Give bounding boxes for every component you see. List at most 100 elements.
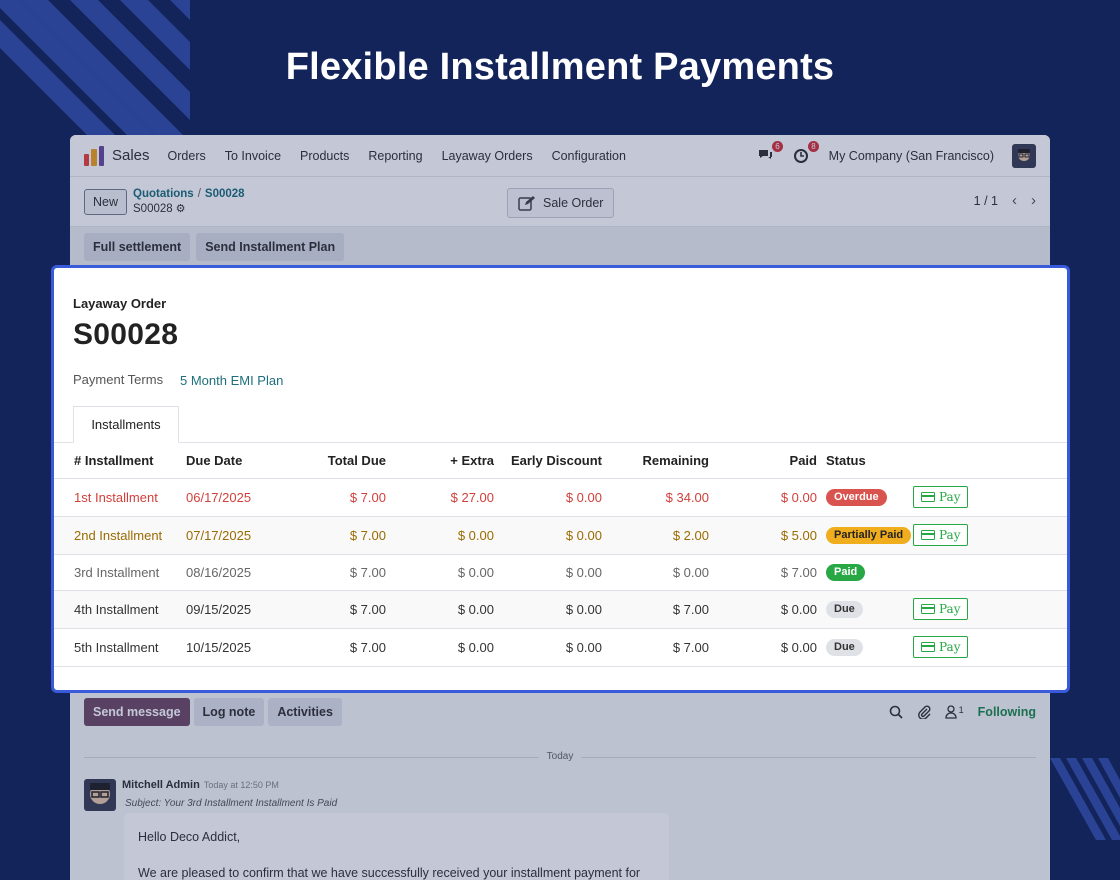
menu-configuration[interactable]: Configuration bbox=[552, 149, 626, 163]
menu-products[interactable]: Products bbox=[300, 149, 349, 163]
chevron-right-icon[interactable]: › bbox=[1031, 192, 1036, 209]
status-badge: Partially Paid bbox=[826, 527, 912, 544]
menu-to-invoice[interactable]: To Invoice bbox=[225, 149, 281, 163]
sales-app-icon[interactable] bbox=[84, 145, 104, 166]
credit-card-icon bbox=[921, 492, 935, 502]
date-separator-label: Today bbox=[538, 751, 582, 762]
installment-name: 3rd Installment bbox=[54, 554, 186, 591]
payment-terms-link[interactable]: 5 Month EMI Plan bbox=[180, 373, 283, 388]
table-row[interactable]: 1st Installment 06/17/2025 $ 7.00 $ 27.0… bbox=[54, 478, 1067, 517]
top-navbar: Sales Orders To Invoice Products Reporti… bbox=[70, 135, 1050, 177]
send-installment-plan-button[interactable]: Send Installment Plan bbox=[196, 233, 345, 261]
user-avatar[interactable] bbox=[1012, 143, 1036, 168]
col-remaining[interactable]: Remaining bbox=[602, 443, 709, 479]
early-discount: $ 0.00 bbox=[494, 478, 602, 517]
search-icon[interactable] bbox=[889, 705, 903, 719]
followers-count: 1 bbox=[958, 705, 964, 715]
activities-clock-icon[interactable]: 8 bbox=[793, 140, 819, 164]
edit-icon bbox=[518, 196, 535, 211]
pay-button[interactable]: Pay bbox=[913, 486, 969, 508]
col-extra[interactable]: + Extra bbox=[386, 443, 494, 479]
remaining: $ 34.00 bbox=[602, 478, 709, 517]
message-greeting: Hello Deco Addict, bbox=[138, 830, 241, 844]
date-separator: Today bbox=[84, 751, 1036, 763]
record-name: S00028 bbox=[133, 202, 173, 215]
activities-button[interactable]: Activities bbox=[268, 698, 342, 726]
total-due: $ 7.00 bbox=[306, 590, 386, 629]
pay-label: Pay bbox=[939, 528, 961, 542]
send-message-button[interactable]: Send message bbox=[84, 698, 190, 726]
due-date: 09/15/2025 bbox=[186, 590, 306, 629]
remaining: $ 0.00 bbox=[602, 554, 709, 591]
table-row[interactable]: 4th Installment 09/15/2025 $ 7.00 $ 0.00… bbox=[54, 590, 1067, 629]
sale-order-label: Sale Order bbox=[543, 196, 604, 210]
full-settlement-button[interactable]: Full settlement bbox=[84, 233, 191, 261]
col-early-discount[interactable]: Early Discount bbox=[494, 443, 602, 479]
due-date: 06/17/2025 bbox=[186, 478, 306, 517]
paid: $ 5.00 bbox=[709, 516, 817, 555]
table-row[interactable]: 3rd Installment 08/16/2025 $ 7.00 $ 0.00… bbox=[54, 554, 1067, 591]
message-subject: Subject: Your 3rd Installment Installmen… bbox=[125, 798, 338, 809]
table-row[interactable]: 5th Installment 10/15/2025 $ 7.00 $ 0.00… bbox=[54, 628, 1067, 667]
menu-reporting[interactable]: Reporting bbox=[368, 149, 422, 163]
chevron-left-icon[interactable]: ‹ bbox=[1012, 192, 1017, 209]
early-discount: $ 0.00 bbox=[494, 628, 602, 667]
pay-button[interactable]: Pay bbox=[913, 524, 969, 546]
activities-badge: 8 bbox=[808, 140, 819, 152]
installment-name: 2nd Installment bbox=[54, 516, 186, 555]
due-date: 07/17/2025 bbox=[186, 516, 306, 555]
credit-card-icon bbox=[921, 642, 935, 652]
messages-icon[interactable]: 6 bbox=[757, 140, 783, 164]
paid: $ 0.00 bbox=[709, 628, 817, 667]
col-paid[interactable]: Paid bbox=[709, 443, 817, 479]
app-name[interactable]: Sales bbox=[112, 147, 150, 164]
total-due: $ 7.00 bbox=[306, 554, 386, 591]
breadcrumb-quotations[interactable]: Quotations bbox=[133, 188, 194, 200]
menu-orders[interactable]: Orders bbox=[168, 149, 206, 163]
following-button[interactable]: Following bbox=[978, 705, 1036, 719]
installment-name: 4th Installment bbox=[54, 590, 186, 629]
status-badge: Paid bbox=[826, 564, 866, 581]
messages-badge: 6 bbox=[772, 140, 783, 152]
pager-value[interactable]: 1 / 1 bbox=[974, 194, 998, 208]
table-header-row: # Installment Due Date Total Due + Extra… bbox=[54, 443, 1067, 479]
user-icon bbox=[945, 705, 957, 719]
table-row[interactable]: 2nd Installment 07/17/2025 $ 7.00 $ 0.00… bbox=[54, 516, 1067, 555]
author-avatar[interactable] bbox=[84, 779, 116, 811]
paperclip-icon[interactable] bbox=[917, 705, 931, 719]
hero-title: Flexible Installment Payments bbox=[285, 46, 835, 88]
company-switcher[interactable]: My Company (San Francisco) bbox=[829, 149, 994, 163]
remaining: $ 7.00 bbox=[602, 590, 709, 629]
pay-button[interactable]: Pay bbox=[913, 598, 969, 620]
col-status[interactable]: Status bbox=[817, 443, 913, 479]
due-date: 10/15/2025 bbox=[186, 628, 306, 667]
total-due: $ 7.00 bbox=[306, 516, 386, 555]
breadcrumb-separator: / bbox=[197, 187, 201, 200]
credit-card-icon bbox=[921, 604, 935, 614]
early-discount: $ 0.00 bbox=[494, 516, 602, 555]
col-total-due[interactable]: Total Due bbox=[306, 443, 386, 479]
col-action bbox=[913, 443, 1067, 479]
message-author[interactable]: Mitchell Admin bbox=[122, 779, 200, 791]
pay-label: Pay bbox=[939, 602, 961, 616]
breadcrumb-record-link[interactable]: S00028 bbox=[205, 188, 245, 200]
early-discount: $ 0.00 bbox=[494, 554, 602, 591]
tab-installments[interactable]: Installments bbox=[73, 406, 179, 443]
extra: $ 27.00 bbox=[386, 478, 494, 517]
message-text: We are pleased to confirm that we have s… bbox=[138, 866, 641, 880]
new-button[interactable]: New bbox=[84, 188, 128, 215]
total-due: $ 7.00 bbox=[306, 628, 386, 667]
col-due-date[interactable]: Due Date bbox=[186, 443, 306, 479]
payment-terms-label: Payment Terms bbox=[73, 372, 164, 387]
credit-card-icon bbox=[921, 530, 935, 540]
col-installment[interactable]: # Installment bbox=[54, 443, 186, 479]
followers-button[interactable]: 1 bbox=[945, 705, 964, 719]
status-badge: Due bbox=[826, 639, 863, 656]
pay-button[interactable]: Pay bbox=[913, 636, 969, 658]
menu-layaway-orders[interactable]: Layaway Orders bbox=[442, 149, 533, 163]
extra: $ 0.00 bbox=[386, 590, 494, 629]
sale-order-smart-button[interactable]: Sale Order bbox=[507, 188, 615, 218]
log-note-button[interactable]: Log note bbox=[193, 698, 265, 726]
extra: $ 0.00 bbox=[386, 554, 494, 591]
gear-icon[interactable]: ⚙ bbox=[176, 203, 186, 215]
